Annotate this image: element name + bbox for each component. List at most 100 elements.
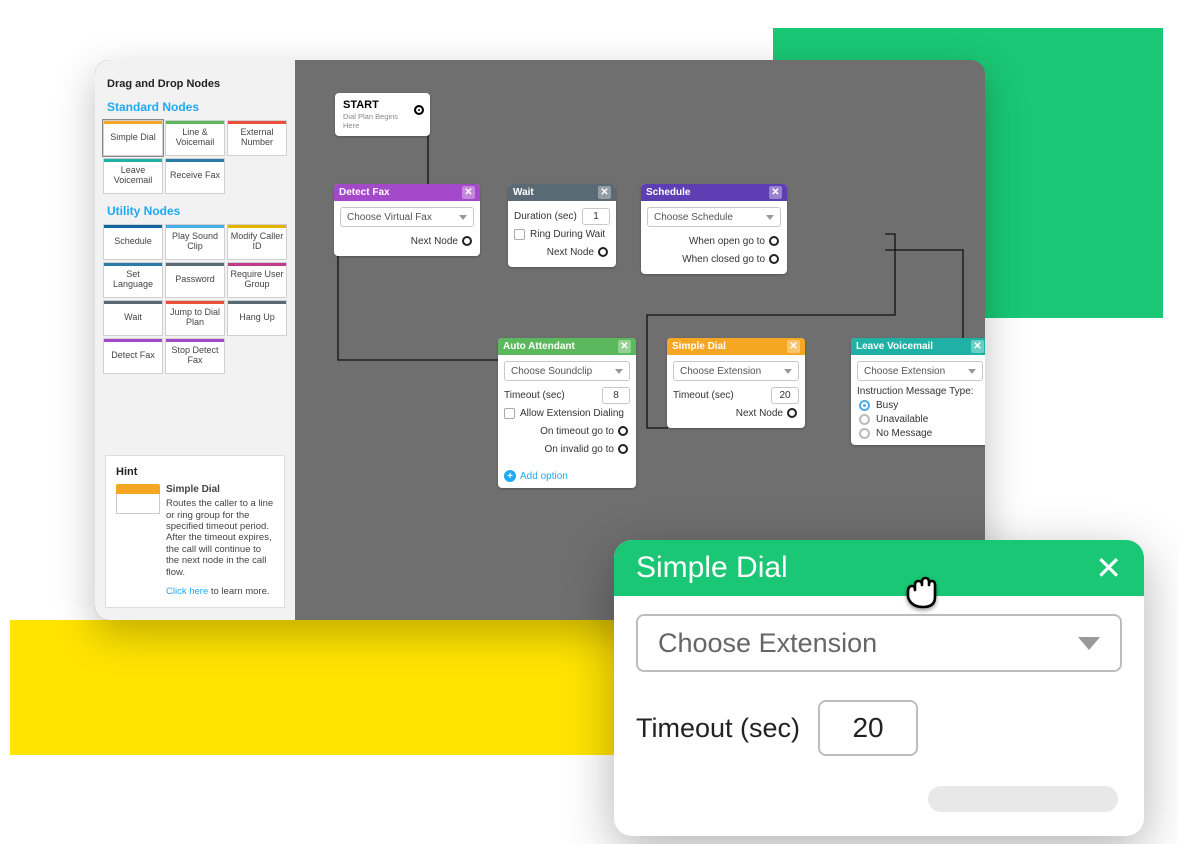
wait-duration-input[interactable]: 1 [582, 208, 610, 225]
start-output-port[interactable] [414, 105, 424, 115]
output-port[interactable] [462, 236, 472, 246]
tile-modify-caller-id[interactable]: Modify Caller ID [227, 224, 287, 260]
node-close-icon[interactable]: ✕ [598, 186, 611, 199]
tile-require-user-group[interactable]: Require User Group [227, 262, 287, 298]
hint-text: Routes the caller to a line or ring grou… [166, 498, 274, 578]
tile-line-voicemail[interactable]: Line & Voicemail [165, 120, 225, 156]
wait-ring-label: Ring During Wait [530, 229, 605, 240]
detect-fax-next: Next Node [411, 236, 458, 247]
tile-password[interactable]: Password [165, 262, 225, 298]
chevron-down-icon [784, 369, 792, 374]
utility-nodes-title: Utility Nodes [107, 204, 283, 218]
output-port[interactable] [618, 444, 628, 454]
node-leave-voicemail[interactable]: Leave Voicemail ✕ Choose Extension Instr… [851, 338, 985, 445]
hint-link[interactable]: Click here to learn more. [166, 586, 274, 597]
wait-ring-checkbox[interactable] [514, 229, 525, 240]
lv-select[interactable]: Choose Extension [857, 361, 983, 381]
wait-duration-label: Duration (sec) [514, 211, 577, 222]
tile-jump-to-dial-plan[interactable]: Jump to Dial Plan [165, 300, 225, 336]
chevron-down-icon [1078, 637, 1100, 650]
node-schedule[interactable]: Schedule ✕ Choose Schedule When open go … [641, 184, 787, 274]
aa-allow-ext-checkbox[interactable] [504, 408, 515, 419]
hint-thumbnail [116, 484, 160, 597]
lv-instruction-label: Instruction Message Type: [857, 386, 983, 397]
tile-hang-up[interactable]: Hang Up [227, 300, 287, 336]
schedule-closed: When closed go to [682, 254, 765, 265]
output-port[interactable] [787, 408, 797, 418]
aa-allow-ext-label: Allow Extension Dialing [520, 408, 624, 419]
grab-cursor-icon [898, 570, 942, 614]
hint-heading: Hint [116, 466, 274, 478]
hint-panel: Hint Simple Dial Routes the caller to a … [105, 455, 285, 608]
chevron-down-icon [766, 215, 774, 220]
dialplan-editor: Drag and Drop Nodes Standard Nodes Simpl… [95, 60, 985, 620]
detail-simple-dial-card[interactable]: Simple Dial ✕ Choose Extension Timeout (… [614, 540, 1144, 836]
aa-timeout-label: Timeout (sec) [504, 390, 565, 401]
tile-leave-voicemail[interactable]: Leave Voicemail [103, 158, 163, 194]
close-icon[interactable]: ✕ [1095, 549, 1122, 587]
aa-timeout-input[interactable]: 8 [602, 387, 630, 404]
utility-nodes: Schedule Play Sound Clip Modify Caller I… [95, 224, 295, 374]
schedule-title: Schedule [646, 187, 690, 198]
node-close-icon[interactable]: ✕ [462, 186, 475, 199]
aa-add-option[interactable]: +Add option [498, 464, 636, 488]
tile-wait[interactable]: Wait [103, 300, 163, 336]
output-port[interactable] [769, 236, 779, 246]
tile-receive-fax[interactable]: Receive Fax [165, 158, 225, 194]
aa-on-timeout: On timeout go to [540, 426, 614, 437]
node-wait[interactable]: Wait ✕ Duration (sec)1 Ring During Wait … [508, 184, 616, 267]
lv-radio-busy[interactable] [859, 400, 870, 411]
sd-timeout-input[interactable]: 20 [771, 387, 799, 404]
tile-simple-dial[interactable]: Simple Dial [103, 120, 163, 156]
node-close-icon[interactable]: ✕ [618, 340, 631, 353]
start-subtitle: Dial Plan Begins Here [343, 112, 400, 130]
tile-set-language[interactable]: Set Language [103, 262, 163, 298]
output-port[interactable] [618, 426, 628, 436]
sd-timeout-label: Timeout (sec) [673, 390, 734, 401]
detail-extension-select[interactable]: Choose Extension [636, 614, 1122, 672]
detect-fax-title: Detect Fax [339, 187, 390, 198]
schedule-open: When open go to [689, 236, 765, 247]
standard-nodes-title: Standard Nodes [107, 100, 283, 114]
sd-select[interactable]: Choose Extension [673, 361, 799, 381]
decor-yellow-block [10, 620, 655, 755]
start-title: START [343, 99, 400, 111]
node-close-icon[interactable]: ✕ [971, 340, 984, 353]
detail-timeout-input[interactable]: 20 [818, 700, 918, 756]
aa-title: Auto Attendant [503, 341, 575, 352]
lv-radio-unavailable[interactable] [859, 414, 870, 425]
tile-play-sound-clip[interactable]: Play Sound Clip [165, 224, 225, 260]
detail-placeholder-pill [928, 786, 1118, 812]
start-node[interactable]: START Dial Plan Begins Here [335, 93, 430, 136]
sd-title: Simple Dial [672, 341, 726, 352]
chevron-down-icon [459, 215, 467, 220]
hint-title: Simple Dial [166, 484, 274, 495]
node-auto-attendant[interactable]: Auto Attendant ✕ Choose Soundclip Timeou… [498, 338, 636, 488]
tile-detect-fax[interactable]: Detect Fax [103, 338, 163, 374]
detect-fax-select[interactable]: Choose Virtual Fax [340, 207, 474, 227]
sidebar-heading: Drag and Drop Nodes [107, 78, 283, 90]
sd-next: Next Node [736, 408, 783, 419]
detail-title: Simple Dial [636, 551, 788, 585]
tile-external-number[interactable]: External Number [227, 120, 287, 156]
output-port[interactable] [598, 247, 608, 257]
standard-nodes: Simple Dial Line & Voicemail External Nu… [95, 120, 295, 194]
lv-radio-no-message[interactable] [859, 428, 870, 439]
sidebar: Drag and Drop Nodes Standard Nodes Simpl… [95, 60, 295, 620]
schedule-select[interactable]: Choose Schedule [647, 207, 781, 227]
output-port[interactable] [769, 254, 779, 264]
node-close-icon[interactable]: ✕ [769, 186, 782, 199]
wait-title: Wait [513, 187, 534, 198]
chevron-down-icon [615, 369, 623, 374]
chevron-down-icon [968, 369, 976, 374]
detail-timeout-label: Timeout (sec) [636, 713, 800, 744]
lv-title: Leave Voicemail [856, 341, 933, 352]
node-simple-dial[interactable]: Simple Dial ✕ Choose Extension Timeout (… [667, 338, 805, 428]
tile-stop-detect-fax[interactable]: Stop Detect Fax [165, 338, 225, 374]
plus-icon: + [504, 470, 516, 482]
aa-select[interactable]: Choose Soundclip [504, 361, 630, 381]
node-close-icon[interactable]: ✕ [787, 340, 800, 353]
tile-schedule[interactable]: Schedule [103, 224, 163, 260]
node-detect-fax[interactable]: Detect Fax ✕ Choose Virtual Fax Next Nod… [334, 184, 480, 256]
aa-on-invalid: On invalid go to [545, 444, 615, 455]
